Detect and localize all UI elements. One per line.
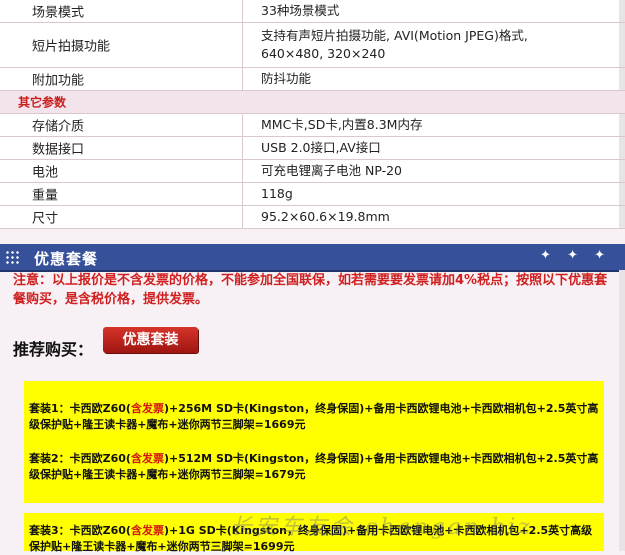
spec-value: 118g [261,186,293,201]
spec-key: 存储介质 [32,119,85,135]
package-1: 套装1：卡西欧Z60(含发票)+256M SD卡(Kingston，终身保固)+… [24,381,604,445]
section-title: 其它参数 [18,95,67,110]
spec-key: 数据接口 [32,142,85,158]
spec-key: 重量 [32,188,59,204]
watermark: 长安车友会 changan.biz [230,515,533,540]
invoice-tag: 含发票 [130,452,164,465]
recommend-label: 推荐购买： [13,340,94,359]
grid-icon [5,250,19,264]
spec-row: 电池 可充电锂离子电池 NP-20 [0,160,625,183]
spec-value: USB 2.0接口,AV接口 [261,140,381,155]
spec-value: 可充电锂离子电池 NP-20 [261,163,403,178]
package-prefix: 套装2：卡西欧Z60( [29,452,131,465]
package-text: 套装1：卡西欧Z60(含发票)+256M SD卡(Kingston，终身保固)+… [29,401,599,433]
spec-table: 场景模式 33种场景模式 短片拍摄功能 支持有声短片拍摄功能, AVI(Moti… [0,0,625,229]
spec-key: 附加功能 [32,73,85,89]
page-edge-rail [619,270,625,551]
package-text: 套装2：卡西欧Z60(含发票)+512M SD卡(Kingston，终身保固)+… [29,451,599,483]
spec-key: 短片拍摄功能 [32,39,111,55]
invoice-tag: 含发票 [130,524,164,537]
promo-title: 优惠套餐 [34,250,99,268]
spec-key: 电池 [32,165,59,181]
sparkle-icon: ✦ ✦ ✦ [540,248,611,263]
spec-key: 尺寸 [32,211,59,227]
spec-row: 尺寸 95.2×60.6×19.8mm [0,206,625,229]
spec-value: 防抖功能 [261,71,312,86]
spec-value: 支持有声短片拍摄功能, AVI(Motion JPEG)格式, 640×480,… [261,28,528,61]
spec-row: 短片拍摄功能 支持有声短片拍摄功能, AVI(Motion JPEG)格式, 6… [0,23,625,68]
package-prefix: 套装1：卡西欧Z60( [29,402,131,415]
section-header-other: 其它参数 [0,91,625,114]
spec-row: 重量 118g [0,183,625,206]
tax-notice: 注意：以上报价是不含发票的价格，不能参加全国联保，如若需要要发票请加4%税点；按… [13,273,608,307]
promo-header-bar: 优惠套餐 ✦ ✦ ✦ [0,244,625,272]
spec-key: 场景模式 [32,5,85,21]
spec-value: 33种场景模式 [261,3,340,18]
spec-row: 场景模式 33种场景模式 [0,0,625,23]
package-prefix: 套装3：卡西欧Z60( [29,524,131,537]
invoice-tag: 含发票 [130,402,164,415]
spec-value: 95.2×60.6×19.8mm [261,209,390,224]
spec-row: 存储介质 MMC卡,SD卡,内置8.3M内存 [0,114,625,137]
spec-row: 附加功能 防抖功能 [0,68,625,91]
spec-row: 数据接口 USB 2.0接口,AV接口 [0,137,625,160]
spec-value: MMC卡,SD卡,内置8.3M内存 [261,117,423,132]
promo-package-button[interactable]: 优惠套装 [103,327,198,353]
package-2: 套装2：卡西欧Z60(含发票)+512M SD卡(Kingston，终身保固)+… [24,445,604,503]
